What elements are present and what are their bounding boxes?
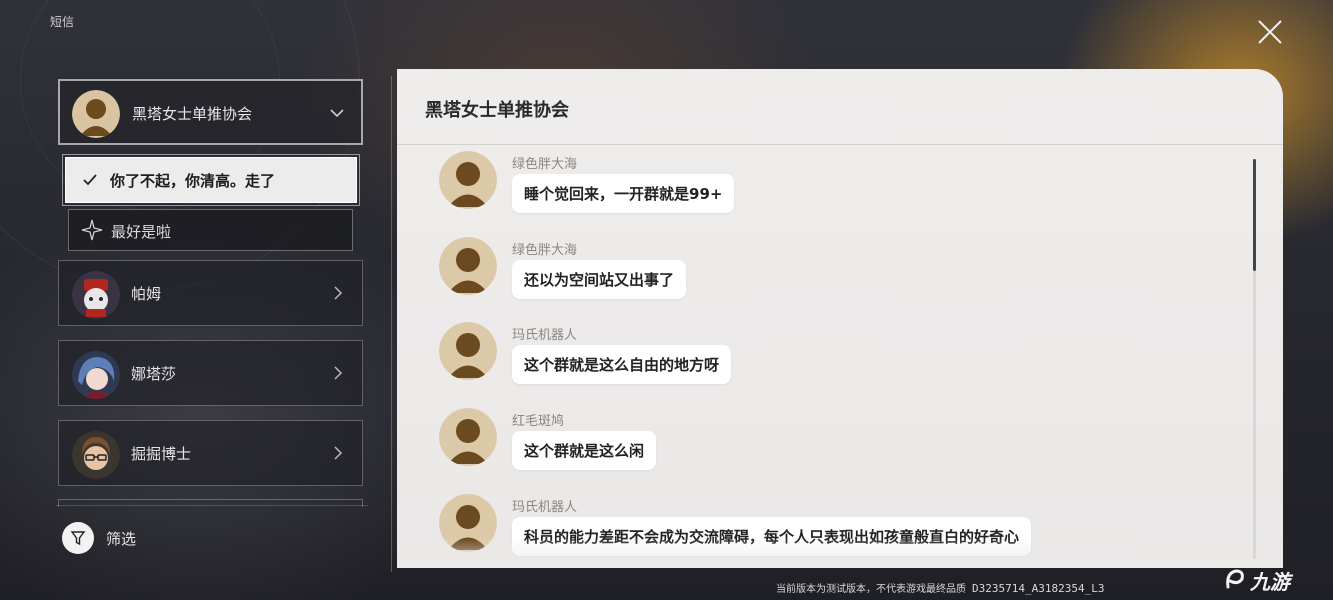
- build-notice: 当前版本为测试版本，不代表游戏最终品质 D3235714_A3182354_L3: [776, 580, 1104, 595]
- check-icon: [82, 172, 98, 188]
- chat-header: 黑塔女士单推协会: [397, 69, 1283, 145]
- doctor-avatar: [72, 431, 120, 479]
- chat-title: 黑塔女士单推协会: [425, 100, 569, 121]
- divider: [56, 505, 368, 506]
- conversation-item-natasha[interactable]: 娜塔莎: [58, 340, 363, 406]
- list-fade: [397, 538, 1283, 568]
- message-list[interactable]: 绿色胖大海 睡个觉回来，一开群就是99+ 绿色胖大海 还以为空间站又出事了 玛氏…: [397, 145, 1283, 568]
- silhouette-avatar: [72, 90, 120, 138]
- build-code: D3235714_A3182354_L3: [972, 582, 1105, 595]
- filter-label: 筛选: [106, 529, 137, 548]
- message-bubble: 还以为空间站又出事了: [512, 260, 687, 299]
- watermark-logo: 九游: [1222, 564, 1330, 596]
- conversation-name: 掘掘博士: [131, 445, 192, 463]
- watermark-icon: [1226, 569, 1244, 589]
- page-title: 短信: [50, 15, 75, 29]
- conversation-name: 黑塔女士单推协会: [132, 105, 253, 123]
- conversation-item-group[interactable]: 黑塔女士单推协会: [58, 79, 363, 145]
- conversation-item-pompom[interactable]: 帕姆: [58, 260, 363, 326]
- message-sender: 红毛斑鸠: [512, 414, 565, 429]
- message-sender: 玛氏机器人: [512, 500, 578, 515]
- conversation-name: 娜塔莎: [131, 365, 177, 383]
- chevron-right-icon: [330, 365, 346, 381]
- chevron-right-icon: [330, 285, 346, 301]
- message-sender: 绿色胖大海: [512, 157, 578, 172]
- star-icon: [81, 219, 103, 241]
- silhouette-avatar: [439, 322, 497, 380]
- build-notice-text: 当前版本为测试版本，不代表游戏最终品质: [776, 584, 966, 595]
- message-bubble: 睡个觉回来，一开群就是99+: [512, 174, 735, 213]
- filter-button[interactable]: 筛选: [62, 521, 136, 555]
- scrollbar-thumb[interactable]: [1253, 159, 1256, 271]
- chevron-down-icon: [329, 105, 345, 121]
- watermark-text: 九游: [1250, 569, 1290, 594]
- conversation-item-doctor[interactable]: 掘掘博士: [58, 420, 363, 486]
- conversation-name: 帕姆: [131, 285, 162, 303]
- natasha-avatar: [72, 351, 120, 399]
- close-button[interactable]: [1254, 16, 1286, 48]
- chat-panel: 黑塔女士单推协会 绿色胖大海 睡个觉回来，一开群就是99+ 绿色胖大海 还以为空…: [397, 69, 1283, 568]
- filter-icon: [62, 522, 94, 554]
- reply-option-text: 最好是啦: [111, 223, 172, 241]
- pom-pom-avatar: [72, 271, 120, 319]
- silhouette-avatar: [439, 237, 497, 295]
- silhouette-avatar: [439, 408, 497, 466]
- reply-option-text: 你了不起，你清高。走了: [110, 172, 276, 190]
- reply-option[interactable]: 最好是啦: [68, 209, 353, 251]
- close-icon: [1258, 20, 1282, 44]
- message-sender: 绿色胖大海: [512, 243, 578, 258]
- message-bubble: 这个群就是这么闲: [512, 431, 657, 470]
- message-bubble: 这个群就是这么自由的地方呀: [512, 345, 732, 384]
- chevron-right-icon: [330, 445, 346, 461]
- scrollbar[interactable]: [1253, 159, 1256, 559]
- silhouette-avatar: [439, 151, 497, 209]
- reply-option-selected[interactable]: 你了不起，你清高。走了: [62, 154, 360, 206]
- message-sender: 玛氏机器人: [512, 328, 578, 343]
